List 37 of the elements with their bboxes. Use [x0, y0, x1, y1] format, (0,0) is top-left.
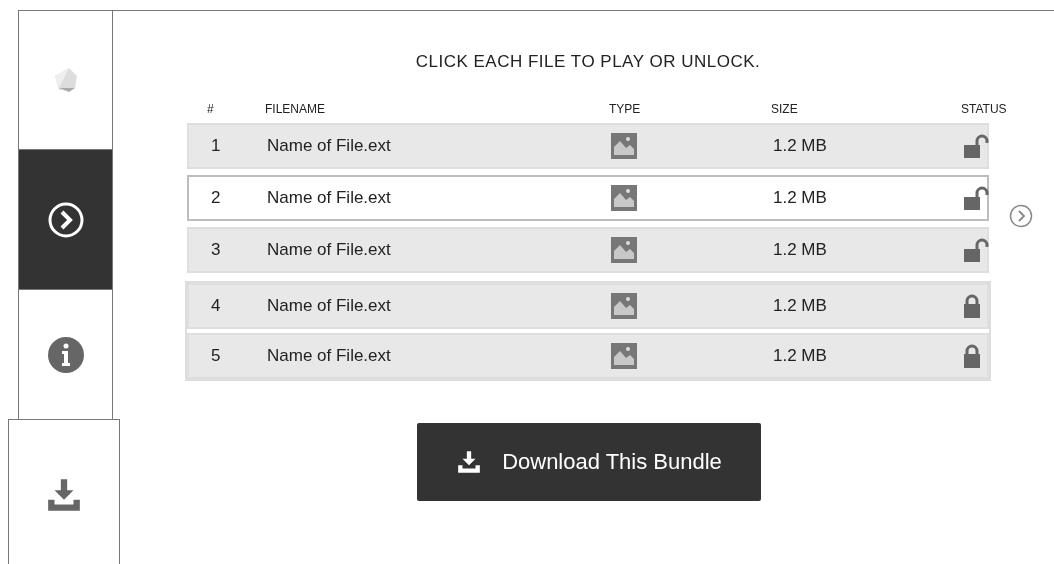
column-header: FILENAME [265, 100, 326, 118]
file-row[interactable]: 3 Name of File.ext 1.2 MB [187, 226, 989, 273]
column-header: STATUS [961, 100, 1007, 118]
file-size: 1.2 MB [772, 344, 828, 367]
row-number: 1 [210, 134, 222, 157]
file-row[interactable]: 4 Name of File.ext 1.2 MB [187, 282, 989, 329]
row-number: 4 [210, 294, 222, 317]
file-name: Name of File.ext [267, 344, 392, 367]
row-number: 3 [210, 238, 222, 261]
download-bundle-button[interactable]: Download This Bundle [417, 422, 761, 501]
row-number: 5 [210, 344, 222, 367]
column-header: SIZE [770, 100, 799, 118]
file-name: Name of File.ext [267, 238, 392, 261]
image-file-icon [611, 342, 637, 369]
sidebar-tab[interactable] [8, 419, 120, 564]
image-file-icon [611, 184, 637, 211]
download-icon [456, 448, 483, 475]
file-row[interactable]: 1 Name of File.ext 1.2 MB [187, 122, 989, 169]
file-size: 1.2 MB [772, 238, 828, 261]
file-size: 1.2 MB [772, 134, 828, 157]
info-icon [46, 335, 85, 374]
image-file-icon [611, 132, 637, 159]
column-header: # [206, 100, 215, 118]
file-name: Name of File.ext [267, 134, 392, 157]
file-row[interactable]: 5 Name of File.ext 1.2 MB [187, 332, 989, 379]
next-circle-icon [46, 200, 85, 239]
image-file-icon [611, 292, 637, 319]
sidebar-tab[interactable] [19, 149, 112, 289]
file-row[interactable]: 2 Name of File.ext 1.2 MB [187, 174, 989, 221]
file-size: 1.2 MB [772, 294, 828, 317]
file-name: Name of File.ext [267, 294, 392, 317]
column-header: TYPE [609, 100, 642, 118]
file-size: 1.2 MB [772, 186, 828, 209]
image-file-icon [611, 236, 637, 263]
instruction-text: CLICK EACH FILE TO PLAY OR UNLOCK. [414, 51, 762, 73]
file-name: Name of File.ext [267, 186, 392, 209]
row-number: 2 [210, 186, 222, 209]
